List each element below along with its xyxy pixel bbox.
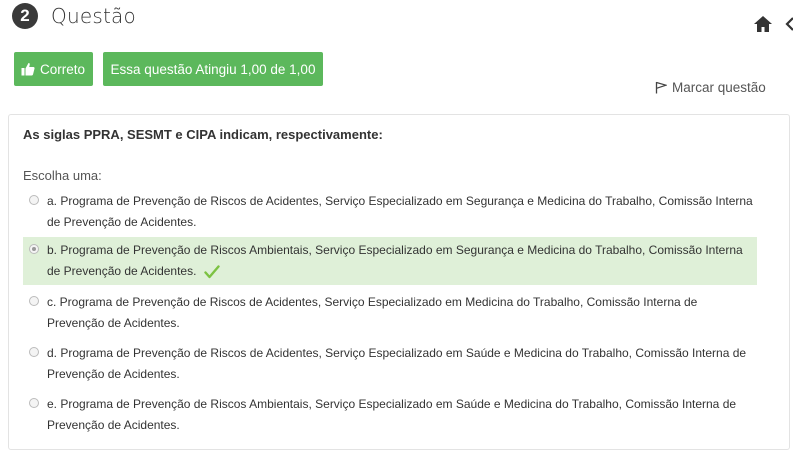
option-c-label: c. Programa de Prevenção de Riscos de Ac… <box>47 295 698 330</box>
option-c[interactable]: c. Programa de Prevenção de Riscos de Ac… <box>23 289 757 337</box>
option-b[interactable]: b. Programa de Prevenção de Riscos Ambie… <box>23 237 757 285</box>
correct-badge: Correto <box>14 52 93 86</box>
question-number: 2 <box>12 3 38 29</box>
grade-badge: Essa questão Atingiu 1,00 de 1,00 <box>103 52 323 86</box>
option-d-label: d. Programa de Prevenção de Riscos de Ac… <box>47 346 747 381</box>
question-panel: As siglas PPRA, SESMT e CIPA indicam, re… <box>8 114 790 450</box>
radio-option-a[interactable] <box>29 195 39 205</box>
chevron-left-icon[interactable] <box>785 16 793 32</box>
question-title: Questão <box>51 4 136 28</box>
option-e-label: e. Programa de Prevenção de Riscos Ambie… <box>47 397 737 432</box>
home-icon[interactable] <box>753 14 773 34</box>
flag-question-link[interactable]: Marcar questão <box>655 80 766 95</box>
radio-option-b[interactable] <box>29 244 39 254</box>
checkmark-icon <box>204 265 220 279</box>
flag-icon <box>655 81 667 94</box>
option-b-label: b. Programa de Prevenção de Riscos Ambie… <box>47 243 743 278</box>
thumbs-up-icon <box>21 63 35 76</box>
flag-label: Marcar questão <box>672 80 766 95</box>
option-e[interactable]: e. Programa de Prevenção de Riscos Ambie… <box>23 391 757 439</box>
radio-option-c[interactable] <box>29 296 39 306</box>
answer-prompt: Escolha uma: <box>23 168 102 183</box>
option-a-label: a. Programa de Prevenção de Riscos de Ac… <box>47 194 753 229</box>
question-text: As siglas PPRA, SESMT e CIPA indicam, re… <box>23 127 383 142</box>
option-a[interactable]: a. Programa de Prevenção de Riscos de Ac… <box>23 188 757 236</box>
question-header: 2 Questão <box>12 3 136 29</box>
radio-option-e[interactable] <box>29 398 39 408</box>
option-d[interactable]: d. Programa de Prevenção de Riscos de Ac… <box>23 340 757 388</box>
radio-option-d[interactable] <box>29 347 39 357</box>
correct-label: Correto <box>40 61 86 77</box>
